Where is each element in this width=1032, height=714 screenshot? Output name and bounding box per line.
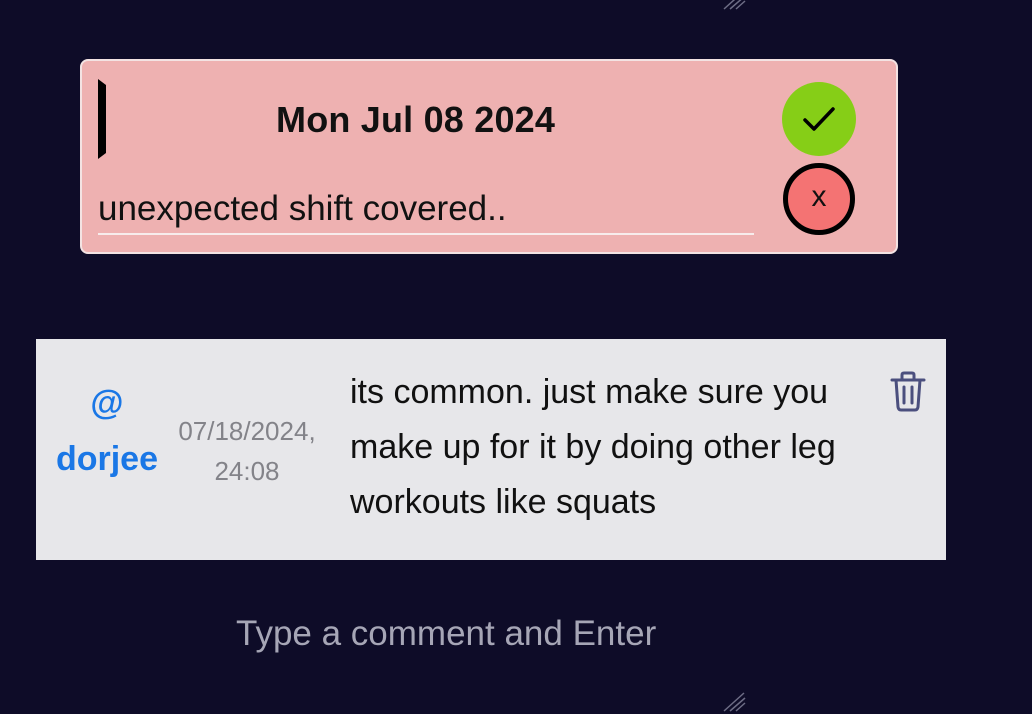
- confirm-button[interactable]: [782, 82, 856, 156]
- entry-edit-card: Mon Jul 08 2024 x: [80, 59, 898, 254]
- entry-note-input[interactable]: [98, 185, 754, 235]
- checkmark-icon: [803, 107, 835, 131]
- entry-date-title: Mon Jul 08 2024: [276, 99, 556, 140]
- comment-text: its common. just make sure you make up f…: [350, 373, 836, 521]
- resize-grip-icon[interactable]: [720, 690, 746, 712]
- comment-input[interactable]: [236, 608, 836, 660]
- comment-timestamp: 07/18/2024, 24:08: [178, 416, 316, 486]
- cancel-button[interactable]: x: [783, 163, 855, 235]
- comment-item: @ dorjee 07/18/2024, 24:08 its common. j…: [36, 339, 946, 560]
- trash-icon[interactable]: [888, 370, 928, 412]
- comment-username-link[interactable]: @ dorjee: [46, 375, 168, 487]
- resize-grip-icon[interactable]: [720, 0, 746, 10]
- drag-handle-bar: [98, 79, 106, 159]
